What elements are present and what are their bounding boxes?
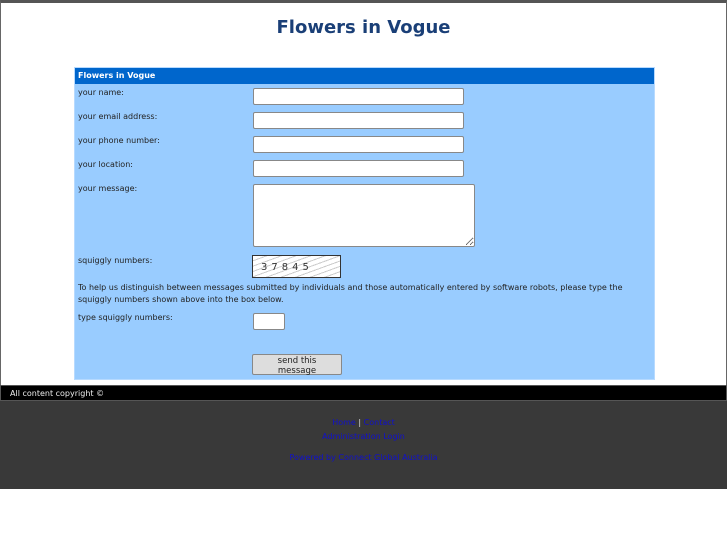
name-label: your name: [78,88,124,97]
captcha-label: squiggly numbers: [78,256,153,265]
location-input[interactable] [253,160,464,177]
email-label: your email address: [78,112,158,121]
page-title: Flowers in Vogue [276,17,451,38]
message-textarea[interactable] [253,184,475,247]
contact-form: Flowers in Vogue your name: your email a… [74,67,655,380]
link-separator: | [358,418,362,427]
powered-by-link[interactable]: Powered by Connect Global Australia [290,453,438,462]
form-header: Flowers in Vogue [75,68,654,84]
send-message-button[interactable]: send this message [252,354,342,376]
message-label: your message: [78,184,138,193]
phone-label: your phone number: [78,136,160,145]
home-link[interactable]: Home [332,418,356,427]
admin-login-link[interactable]: Administration Login [322,432,405,441]
page-container: Flowers in Vogue Flowers in Vogue your n… [0,0,727,386]
contact-link[interactable]: Contact [364,418,395,427]
location-label: your location: [78,160,133,169]
captcha-image: 37845 [252,255,341,278]
phone-input[interactable] [253,136,464,153]
captcha-input-label: type squiggly numbers: [78,313,173,322]
captcha-input[interactable] [253,313,285,330]
email-input[interactable] [253,112,464,129]
footer: Home | Contact Administration Login Powe… [0,401,727,489]
captcha-help-text: To help us distinguish between messages … [78,283,623,304]
copyright-bar: All content copyright © [0,385,727,401]
name-input[interactable] [253,88,464,105]
